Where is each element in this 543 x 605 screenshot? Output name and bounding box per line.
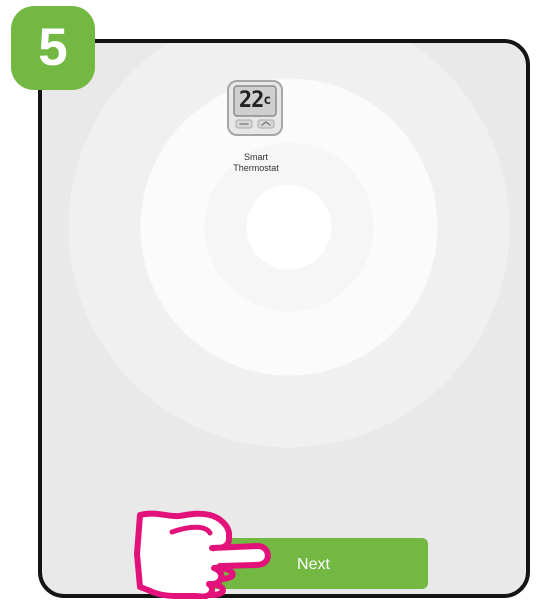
- step-number-badge: 5: [11, 6, 95, 90]
- thermostat-unit: c: [263, 93, 271, 108]
- thermostat-display: 22c: [235, 88, 274, 114]
- thermostat-temperature: 22: [238, 88, 264, 113]
- tutorial-step-screen: 5 22c Smart Thermostat Next: [0, 0, 543, 605]
- device-name-label: Smart Thermostat: [233, 152, 279, 173]
- pointing-hand-icon: [134, 510, 271, 599]
- phone-frame: [38, 39, 530, 598]
